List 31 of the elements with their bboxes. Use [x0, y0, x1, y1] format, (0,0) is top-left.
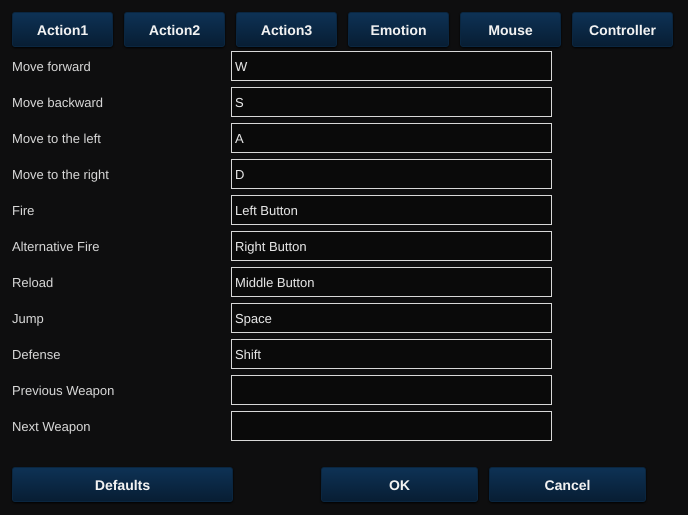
- key-field[interactable]: Middle Button: [231, 267, 552, 297]
- tab[interactable]: Action1: [12, 12, 113, 47]
- action-label: Jump: [12, 310, 45, 326]
- action-label: Defense: [12, 346, 62, 362]
- key-field[interactable]: S: [231, 87, 552, 117]
- tab[interactable]: Action2: [124, 12, 225, 47]
- action-label: Move backward: [12, 94, 104, 110]
- ok-button[interactable]: OK: [321, 467, 478, 502]
- key-field[interactable]: D: [231, 159, 552, 189]
- action-label: Previous Weapon: [12, 382, 116, 398]
- key-field[interactable]: A: [231, 123, 552, 153]
- defaults-button[interactable]: Defaults: [12, 467, 233, 502]
- key-field[interactable]: Right Button: [231, 231, 552, 261]
- action-label: Move to the right: [12, 166, 110, 182]
- key-field[interactable]: [231, 411, 552, 441]
- tab[interactable]: Action3: [236, 12, 337, 47]
- action-label: Fire: [12, 202, 36, 218]
- key-field[interactable]: Shift: [231, 339, 552, 369]
- action-label: Alternative Fire: [12, 238, 100, 254]
- key-field[interactable]: Space: [231, 303, 552, 333]
- tab[interactable]: Controller: [572, 12, 673, 47]
- action-label: Move to the left: [12, 130, 102, 146]
- tab[interactable]: Emotion: [348, 12, 449, 47]
- key-field[interactable]: W: [231, 51, 552, 81]
- action-label: Reload: [12, 274, 54, 290]
- key-field[interactable]: [231, 375, 552, 405]
- cancel-button[interactable]: Cancel: [489, 467, 646, 502]
- action-label: Next Weapon: [12, 418, 92, 434]
- tab[interactable]: Mouse: [460, 12, 561, 47]
- key-field[interactable]: Left Button: [231, 195, 552, 225]
- action-label: Move forward: [12, 58, 92, 74]
